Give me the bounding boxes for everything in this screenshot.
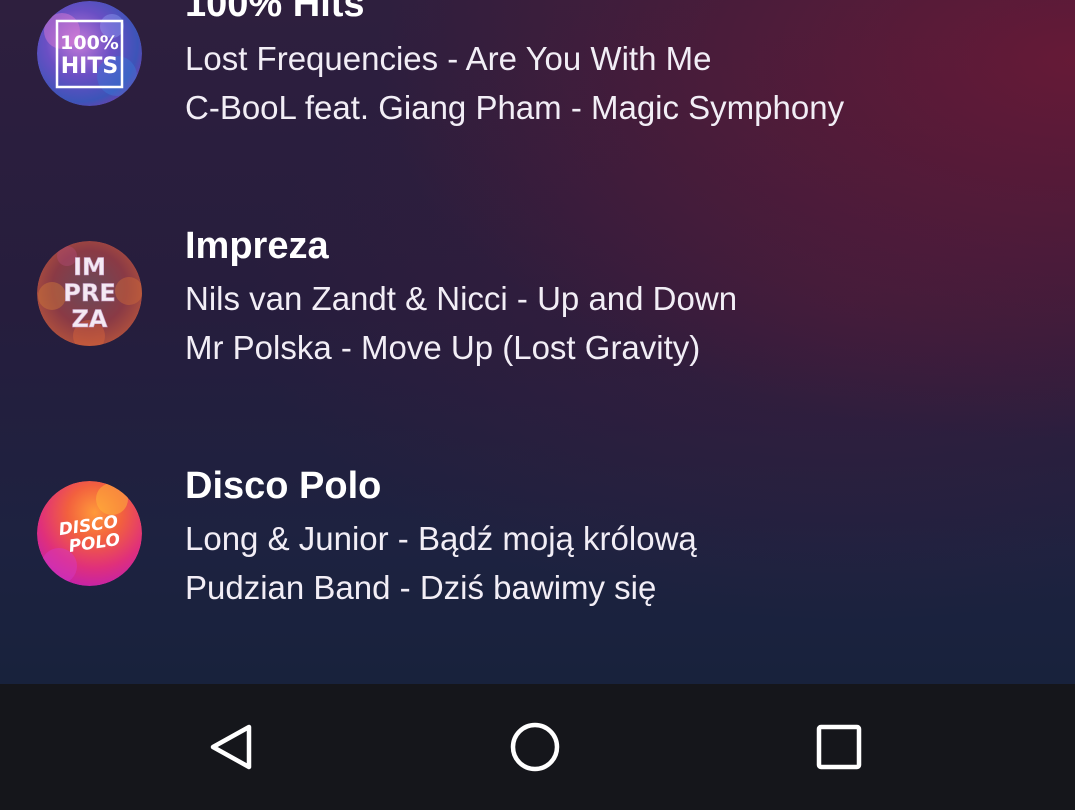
disco-polo-logo-graphic: DISCO POLO [37,481,142,586]
disco-polo-logo-icon: DISCO POLO [37,481,142,586]
back-triangle-icon [210,724,252,770]
recents-button[interactable] [807,715,871,779]
back-button[interactable] [200,715,264,779]
impreza-logo-graphic: IM PRE ZA [37,241,142,346]
hits-logo-line-1: 100% [60,32,119,54]
track-line-1: Lost Frequencies - Are You With Me [185,40,712,77]
track-line-1: Long & Junior - Bądź moją królową [185,520,697,557]
impreza-logo-line-2: PRE [63,279,115,307]
hits-logo-graphic: 100% HITS [37,1,142,106]
impreza-logo-line-3: ZA [72,305,108,333]
station-name: Disco Polo [185,465,382,507]
hits-logo-line-2: HITS [61,54,118,79]
station-item-disco-polo[interactable]: DISCO POLO Disco Polo Long & Junior - Bą… [0,440,1075,640]
track-line-2: C-BooL feat. Giang Pham - Magic Symphony [185,89,845,126]
station-item-impreza[interactable]: IM PRE ZA Impreza Nils van Zandt & Nicci… [0,200,1075,400]
home-circle-icon [510,722,560,772]
track-line-2: Pudzian Band - Dziś bawimy się [185,569,657,606]
track-line-2: Mr Polska - Move Up (Lost Gravity) [185,329,701,366]
system-navigation-bar [0,684,1075,810]
home-button[interactable] [503,715,567,779]
recents-square-icon [816,724,862,770]
impreza-logo-line-1: IM [73,253,106,281]
station-name: 100% Hits [185,0,365,25]
impreza-logo-icon: IM PRE ZA [37,241,142,346]
station-item-100-hits[interactable]: 100% HITS 100% Hits Lost Frequencies - A… [0,0,1075,200]
track-line-1: Nils van Zandt & Nicci - Up and Down [185,280,738,317]
station-list: 100% HITS 100% Hits Lost Frequencies - A… [0,0,1075,684]
station-name: Impreza [185,225,329,267]
hits-logo-icon: 100% HITS [37,1,142,106]
